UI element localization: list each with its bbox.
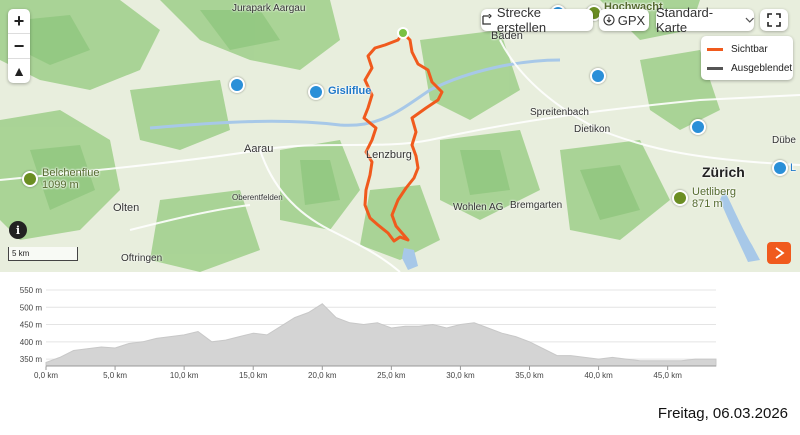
peak-icon[interactable] — [672, 190, 688, 206]
place-belchenflue-elev: 1099 m — [42, 179, 79, 191]
gpx-label: GPX — [617, 12, 646, 28]
x-tick-label: 35,0 km — [515, 371, 544, 380]
viewpoint-icon[interactable] — [308, 84, 324, 100]
x-tick-label: 40,0 km — [584, 371, 613, 380]
viewpoint-icon[interactable] — [229, 77, 245, 93]
map-scale: 5 km — [8, 247, 78, 261]
create-route-label: Strecke erstellen — [496, 5, 547, 35]
place-l-partial: L — [790, 162, 797, 174]
x-tick-label: 10,0 km — [170, 371, 199, 380]
legend-hidden[interactable]: Ausgeblendet — [707, 63, 792, 74]
camera-icon[interactable] — [590, 68, 606, 84]
x-tick-label: 0,0 km — [34, 371, 58, 380]
peak-icon[interactable] — [22, 171, 38, 187]
route-icon — [482, 14, 492, 25]
legend-visible[interactable]: Sichtbar — [707, 44, 768, 55]
y-tick-label: 400 m — [20, 338, 43, 347]
download-icon — [603, 14, 615, 26]
date-label: Freitag, 06.03.2026 — [657, 405, 788, 422]
x-tick-label: 20,0 km — [308, 371, 337, 380]
place-wohlen: Wohlen AG — [453, 202, 504, 213]
place-jurapark: Jurapark Aargau — [232, 3, 306, 14]
legend-hidden-swatch — [707, 67, 723, 70]
legend-hidden-label: Ausgeblendet — [731, 63, 793, 74]
camera-icon[interactable] — [690, 119, 706, 135]
place-belchenflue: Belchenflue — [42, 167, 100, 179]
zoom-out-button[interactable]: − — [8, 34, 30, 59]
place-dietikon: Dietikon — [574, 124, 611, 135]
gpx-button[interactable]: GPX — [599, 9, 649, 31]
zoom-controls: + − ▲ — [8, 9, 30, 83]
compass-north-button[interactable]: ▲ — [8, 59, 30, 83]
info-button[interactable]: i — [9, 221, 27, 239]
x-tick-label: 45,0 km — [653, 371, 682, 380]
fullscreen-icon — [767, 13, 781, 27]
x-tick-label: 25,0 km — [377, 371, 406, 380]
create-route-button[interactable]: Strecke erstellen — [481, 5, 593, 35]
zoom-in-button[interactable]: + — [8, 9, 30, 34]
x-tick-label: 5,0 km — [103, 371, 127, 380]
legend-visible-swatch — [707, 48, 723, 51]
y-tick-label: 350 m — [20, 355, 43, 364]
place-bremgarten: Bremgarten — [510, 200, 563, 211]
place-zurich: Zürich — [702, 164, 745, 180]
place-oftringen: Oftringen — [121, 253, 163, 264]
map-terrain — [0, 0, 800, 272]
chevron-down-icon — [745, 17, 754, 23]
place-lenzburg: Lenzburg — [366, 149, 412, 161]
y-tick-label: 550 m — [20, 286, 43, 295]
play-icon — [775, 247, 785, 259]
route-legend: Sichtbar Ausgeblendet — [701, 36, 793, 80]
place-gisliflue: Gisliflue — [328, 85, 372, 97]
map-type-select[interactable]: Standard-Karte — [656, 5, 754, 35]
place-dubendorf: Dübe — [772, 135, 796, 146]
map-type-label: Standard-Karte — [656, 5, 714, 35]
place-oberentfelden: Oberentfelden — [232, 193, 283, 202]
place-aarau: Aarau — [244, 143, 274, 155]
place-uetliberg: Uetliberg — [692, 186, 737, 198]
viewpoint-icon[interactable] — [772, 160, 788, 176]
y-tick-label: 450 m — [20, 321, 43, 330]
place-olten: Olten — [113, 202, 140, 214]
fullscreen-button[interactable] — [760, 9, 788, 31]
play-route-button[interactable] — [767, 242, 791, 264]
legend-visible-label: Sichtbar — [731, 44, 768, 55]
x-tick-label: 30,0 km — [446, 371, 475, 380]
map[interactable]: Jurapark Aargau Hochwacht Baden Gisliflu… — [0, 0, 800, 272]
x-tick-label: 15,0 km — [239, 371, 268, 380]
place-spreitenbach: Spreitenbach — [530, 107, 589, 118]
place-uetliberg-elev: 871 m — [692, 198, 723, 210]
elevation-profile[interactable]: 350 m 400 m 450 m 500 m 550 m 0,0 km 5,0 km 10… — [0, 280, 800, 390]
y-tick-label: 500 m — [20, 303, 43, 312]
route-start-marker — [397, 27, 409, 39]
elevation-area — [45, 303, 717, 367]
